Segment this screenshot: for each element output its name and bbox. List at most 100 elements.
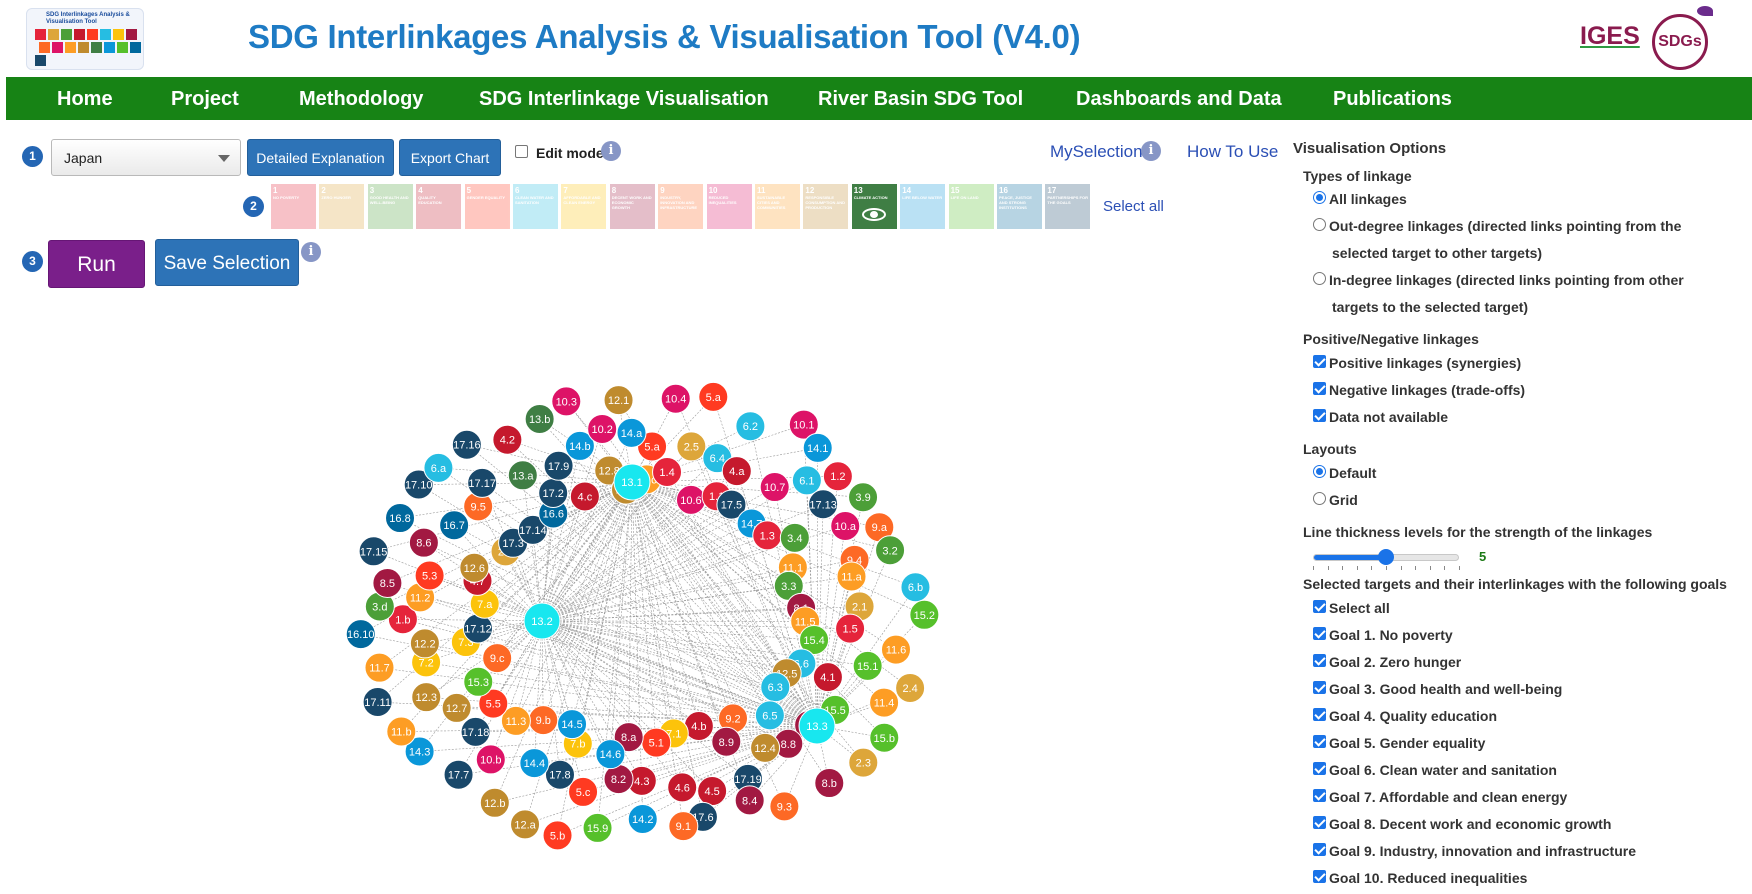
goal-tile-17[interactable]: 17 PARTNERSHIPS FOR THE GOALS — [1045, 184, 1091, 229]
target-node-17.11[interactable]: 17.11 — [362, 686, 393, 717]
target-node-4.1[interactable]: 4.1 — [812, 662, 843, 693]
target-node-10.b[interactable]: 10.b — [475, 744, 506, 775]
edit-mode-checkbox[interactable] — [515, 145, 528, 158]
goal-tile-11[interactable]: 11 SUSTAINABLE CITIES AND COMMUNITIES — [755, 184, 800, 229]
iges-logo[interactable]: IGES — [1580, 22, 1640, 51]
target-node-17.15[interactable]: 17.15 — [358, 536, 389, 567]
nav-home[interactable]: Home — [57, 88, 113, 111]
target-node-5.3[interactable]: 5.3 — [414, 560, 445, 591]
target-node-8.6[interactable]: 8.6 — [408, 527, 439, 558]
target-node-17.18[interactable]: 17.18 — [460, 716, 491, 747]
target-node-4.6[interactable]: 4.6 — [667, 772, 698, 803]
target-node-12.a[interactable]: 12.a — [510, 809, 541, 840]
nav-publications[interactable]: Publications — [1333, 88, 1452, 111]
goal-9-filter-checkbox[interactable] — [1313, 843, 1326, 856]
target-node-8.5[interactable]: 8.5 — [372, 567, 403, 598]
goal-tile-1[interactable]: 1 NO POVERTY — [271, 184, 316, 229]
target-node-10.2[interactable]: 10.2 — [587, 413, 618, 444]
target-node-10.6[interactable]: 10.6 — [675, 484, 706, 515]
in-degree-radio[interactable] — [1313, 272, 1326, 285]
target-node-8.4[interactable]: 8.4 — [734, 785, 765, 816]
target-node-5.b[interactable]: 5.b — [542, 820, 573, 851]
nav-river-basin-sdg-tool[interactable]: River Basin SDG Tool — [818, 88, 1023, 111]
target-node-17.7[interactable]: 17.7 — [443, 759, 474, 790]
target-node-12.7[interactable]: 12.7 — [441, 692, 472, 723]
target-node-2.5[interactable]: 2.5 — [676, 431, 707, 462]
goal-10-filter-checkbox[interactable] — [1313, 870, 1326, 883]
goal-4-filter-checkbox[interactable] — [1313, 708, 1326, 721]
target-node-1.2[interactable]: 1.2 — [822, 461, 853, 492]
hub-node-13.3[interactable]: 13.3 — [798, 707, 836, 745]
target-node-9.c[interactable]: 9.c — [482, 643, 513, 674]
how-to-use-link[interactable]: How To Use — [1187, 142, 1278, 162]
negative-linkages-checkbox[interactable] — [1313, 382, 1326, 395]
target-node-6.a[interactable]: 6.a — [423, 452, 454, 483]
target-node-17.17[interactable]: 17.17 — [467, 467, 498, 498]
target-node-14.5[interactable]: 14.5 — [557, 709, 588, 740]
target-node-14.a[interactable]: 14.a — [616, 417, 647, 448]
target-node-15.9[interactable]: 15.9 — [582, 812, 613, 843]
target-node-12.1[interactable]: 12.1 — [603, 385, 634, 416]
out-degree-radio[interactable] — [1313, 218, 1326, 231]
goal-tile-14[interactable]: 14 LIFE BELOW WATER — [900, 184, 946, 229]
target-node-10.3[interactable]: 10.3 — [551, 386, 582, 417]
target-node-14.4[interactable]: 14.4 — [519, 748, 550, 779]
target-node-12.6[interactable]: 12.6 — [459, 552, 490, 583]
target-node-8.9[interactable]: 8.9 — [711, 726, 742, 757]
goal-tile-10[interactable]: 10 REDUCED INEQUALITIES — [706, 184, 752, 229]
target-node-4.c[interactable]: 4.c — [569, 481, 600, 512]
goal-tile-13[interactable]: 13 CLIMATE ACTION — [851, 184, 897, 229]
target-node-13.b[interactable]: 13.b — [524, 403, 555, 434]
save-selection-button[interactable]: Save Selection — [155, 239, 299, 286]
target-node-1.3[interactable]: 1.3 — [752, 520, 783, 551]
target-node-5.a[interactable]: 5.a — [698, 381, 729, 412]
target-node-10.4[interactable]: 10.4 — [660, 383, 691, 414]
target-node-16.8[interactable]: 16.8 — [385, 503, 416, 534]
goal-tile-3[interactable]: 3 GOOD HEALTH AND WELL-BEING — [367, 184, 413, 229]
select-all-goals-checkbox[interactable] — [1313, 600, 1326, 613]
edit-mode-info-icon[interactable]: i — [601, 141, 621, 161]
target-node-14.1[interactable]: 14.1 — [802, 432, 833, 463]
target-node-12.b[interactable]: 12.b — [479, 787, 510, 818]
layout-default-radio[interactable] — [1313, 465, 1326, 478]
goal-6-filter-checkbox[interactable] — [1313, 762, 1326, 775]
positive-linkages-checkbox[interactable] — [1313, 355, 1326, 368]
target-node-17.16[interactable]: 17.16 — [451, 429, 482, 460]
target-node-11.7[interactable]: 11.7 — [364, 652, 395, 683]
target-node-11.b[interactable]: 11.b — [386, 716, 417, 747]
goal-tile-12[interactable]: 12 RESPONSIBLE CONSUMPTION AND PRODUCTION — [803, 184, 849, 229]
export-chart-button[interactable]: Export Chart — [399, 139, 501, 176]
layout-grid-radio[interactable] — [1313, 492, 1326, 505]
target-node-15.2[interactable]: 15.2 — [909, 599, 940, 630]
goal-tile-4[interactable]: 4 QUALITY EDUCATION — [416, 184, 462, 229]
target-node-4.2[interactable]: 4.2 — [492, 424, 523, 455]
target-node-9.1[interactable]: 9.1 — [668, 811, 699, 842]
myselection-link[interactable]: MySelection — [1050, 142, 1143, 162]
goal-5-filter-checkbox[interactable] — [1313, 735, 1326, 748]
goal-2-filter-checkbox[interactable] — [1313, 654, 1326, 667]
target-node-6.5[interactable]: 6.5 — [754, 700, 785, 731]
target-node-3.4[interactable]: 3.4 — [779, 522, 810, 553]
target-node-4.5[interactable]: 4.5 — [697, 776, 728, 807]
target-node-14.2[interactable]: 14.2 — [627, 804, 658, 835]
line-thickness-slider-handle[interactable] — [1378, 549, 1394, 565]
target-node-2.4[interactable]: 2.4 — [895, 673, 926, 704]
target-node-9.3[interactable]: 9.3 — [769, 791, 800, 822]
goal-1-filter-checkbox[interactable] — [1313, 627, 1326, 640]
target-node-15.3[interactable]: 15.3 — [463, 666, 494, 697]
hub-node-13.2[interactable]: 13.2 — [523, 602, 561, 640]
target-node-6.1[interactable]: 6.1 — [791, 465, 822, 496]
target-node-9.b[interactable]: 9.b — [528, 705, 559, 736]
tool-logo[interactable]: SDG Interlinkages Analysis & Visualisati… — [26, 8, 144, 70]
select-all-goals-link[interactable]: Select all — [1103, 198, 1164, 215]
detailed-explanation-button[interactable]: Detailed Explanation — [247, 139, 394, 176]
target-node-11.6[interactable]: 11.6 — [880, 634, 911, 665]
target-node-17.8[interactable]: 17.8 — [544, 759, 575, 790]
goal-tile-16[interactable]: 16 PEACE, JUSTICE AND STRONG INSTITUTIONS — [997, 184, 1042, 229]
save-selection-info-icon[interactable]: i — [301, 242, 321, 262]
target-node-16.7[interactable]: 16.7 — [439, 510, 470, 541]
target-node-16.10[interactable]: 16.10 — [345, 619, 376, 650]
target-node-1.4[interactable]: 1.4 — [652, 457, 683, 488]
target-node-15.b[interactable]: 15.b — [869, 722, 900, 753]
myselection-info-icon[interactable]: i — [1141, 141, 1161, 161]
